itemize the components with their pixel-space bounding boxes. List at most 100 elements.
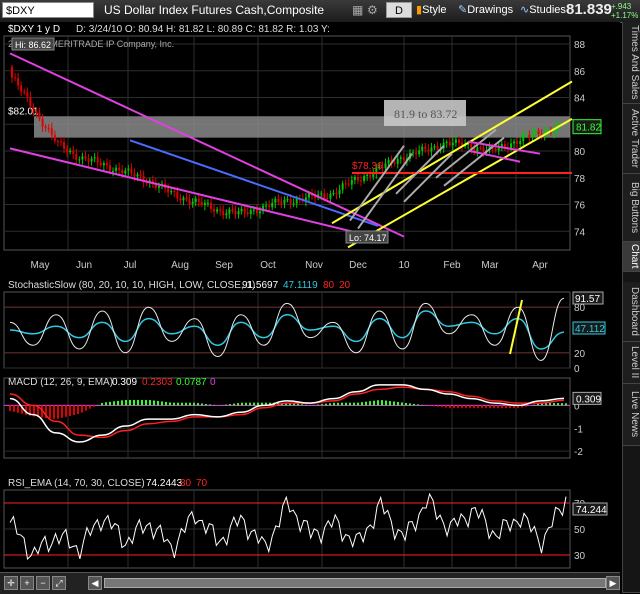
lo-label: Lo: 74.17 bbox=[349, 233, 387, 243]
x-tick-label: Nov bbox=[305, 260, 323, 271]
candle-body bbox=[454, 139, 457, 143]
candle-body bbox=[332, 192, 335, 194]
candle-body bbox=[418, 150, 421, 155]
candle-body bbox=[479, 147, 482, 149]
macd-tag: 0.309 bbox=[576, 394, 601, 405]
candle-body bbox=[360, 180, 363, 182]
macd-val1: 0.309 bbox=[112, 377, 137, 388]
candle-body bbox=[522, 134, 525, 142]
candle-body bbox=[519, 141, 522, 144]
scroll-right-icon[interactable]: ▶ bbox=[606, 576, 620, 590]
rsi-os: 70 bbox=[196, 478, 208, 489]
candle-body bbox=[231, 209, 234, 212]
stoch-tag2: 47.112 bbox=[575, 324, 605, 335]
candle-body bbox=[424, 146, 427, 150]
candle-body bbox=[124, 170, 127, 174]
candle-body bbox=[191, 202, 194, 204]
candle-body bbox=[344, 183, 347, 185]
expand-icon[interactable]: ⤢ bbox=[52, 576, 66, 590]
candle-body bbox=[448, 142, 451, 146]
macd-axis-ytick: -2 bbox=[574, 447, 583, 458]
candle-body bbox=[84, 156, 87, 159]
candle-body bbox=[194, 198, 197, 203]
candle-body bbox=[102, 163, 105, 166]
tab-level-ii[interactable]: Level II bbox=[622, 342, 640, 384]
candle-body bbox=[366, 174, 369, 177]
macd-val3: 0.0787 bbox=[176, 377, 207, 388]
x-tick-label: Mar bbox=[481, 260, 499, 271]
candle-body bbox=[240, 209, 243, 212]
candle-body bbox=[216, 209, 219, 212]
candle-body bbox=[11, 66, 13, 78]
candle-body bbox=[249, 210, 252, 215]
price-axis-ytick: 76 bbox=[574, 201, 586, 212]
rsi-axis-ytick: 30 bbox=[574, 551, 586, 562]
candle-body bbox=[133, 173, 136, 177]
candle-body bbox=[286, 199, 289, 201]
candle-body bbox=[99, 162, 102, 166]
macd-panel-frame bbox=[3, 377, 571, 459]
candle-body bbox=[396, 158, 399, 164]
stoch-label: StochasticSlow (80, 20, 10, 10, HIGH, LO… bbox=[8, 280, 255, 291]
candle-body bbox=[363, 176, 366, 182]
candle-body bbox=[93, 157, 96, 159]
candle-body bbox=[258, 211, 261, 214]
candle-body bbox=[421, 146, 424, 151]
stoch-val1: 91.5697 bbox=[242, 280, 279, 291]
candle-body bbox=[338, 189, 341, 195]
candle-body bbox=[387, 159, 390, 164]
candle-body bbox=[393, 162, 396, 164]
candle-body bbox=[329, 193, 332, 199]
candle-body bbox=[445, 142, 448, 144]
candle-body bbox=[372, 173, 375, 177]
x-tick-label: Sep bbox=[215, 260, 233, 271]
candle-body bbox=[20, 85, 23, 92]
zoom-out-icon[interactable]: − bbox=[36, 576, 50, 590]
candle-body bbox=[130, 168, 133, 174]
price-ohlc: D: 3/24/10 O: 80.94 H: 81.82 L: 80.89 C:… bbox=[76, 24, 330, 35]
candle-body bbox=[50, 128, 53, 135]
x-tick-label: Apr bbox=[532, 260, 548, 271]
candle-body bbox=[173, 190, 176, 192]
candle-body bbox=[228, 209, 231, 214]
zoom-in-icon[interactable]: + bbox=[20, 576, 34, 590]
candle-body bbox=[335, 192, 338, 195]
tab-chart[interactable]: Chart bbox=[622, 242, 640, 272]
tab-big-buttons[interactable]: Big Buttons bbox=[622, 174, 640, 242]
candle-body bbox=[234, 211, 237, 215]
x-tick-label: Jun bbox=[76, 260, 92, 271]
hi-label: Hi: 86.62 bbox=[15, 40, 51, 50]
candle-body bbox=[295, 198, 298, 204]
candle-body bbox=[59, 141, 62, 143]
time-scrollbar[interactable] bbox=[104, 578, 606, 588]
macd-label: MACD (12, 26, 9, EMA) bbox=[8, 377, 113, 388]
crosshair-icon[interactable]: ✛ bbox=[4, 576, 18, 590]
price-axis-ytick: 74 bbox=[574, 227, 586, 238]
scroll-left-icon[interactable]: ◀ bbox=[88, 576, 102, 590]
candle-body bbox=[108, 165, 111, 171]
candle-body bbox=[436, 146, 439, 150]
candle-body bbox=[75, 153, 78, 160]
chart-canvas: 8886848280787674$DXY 1 y DD: 3/24/10 O: … bbox=[0, 22, 620, 572]
candle-body bbox=[14, 77, 17, 79]
candle-body bbox=[44, 126, 47, 129]
candle-body bbox=[537, 130, 540, 134]
candle-body bbox=[188, 199, 191, 204]
tab-dashboard[interactable]: Dashboard bbox=[622, 282, 640, 342]
stoch-ob: 80 bbox=[323, 280, 335, 291]
candle-body bbox=[96, 157, 99, 163]
tab-active-trader[interactable]: Active Trader bbox=[622, 104, 640, 174]
candle-body bbox=[200, 201, 203, 206]
tab-times-and-sales[interactable]: Times And Sales bbox=[622, 22, 640, 104]
bottom-toolbar: ✛ + − ⤢ ◀ ▶ bbox=[0, 572, 620, 594]
tab-live-news[interactable]: Live News bbox=[622, 384, 640, 446]
candle-body bbox=[225, 213, 228, 216]
candle-body bbox=[66, 148, 69, 153]
candle-body bbox=[356, 176, 359, 181]
candle-body bbox=[237, 211, 240, 215]
candle-body bbox=[182, 197, 185, 201]
candle-body bbox=[399, 157, 402, 159]
stoch-axis-ytick: 20 bbox=[574, 349, 586, 360]
candle-body bbox=[268, 205, 271, 208]
candle-body bbox=[384, 163, 387, 168]
